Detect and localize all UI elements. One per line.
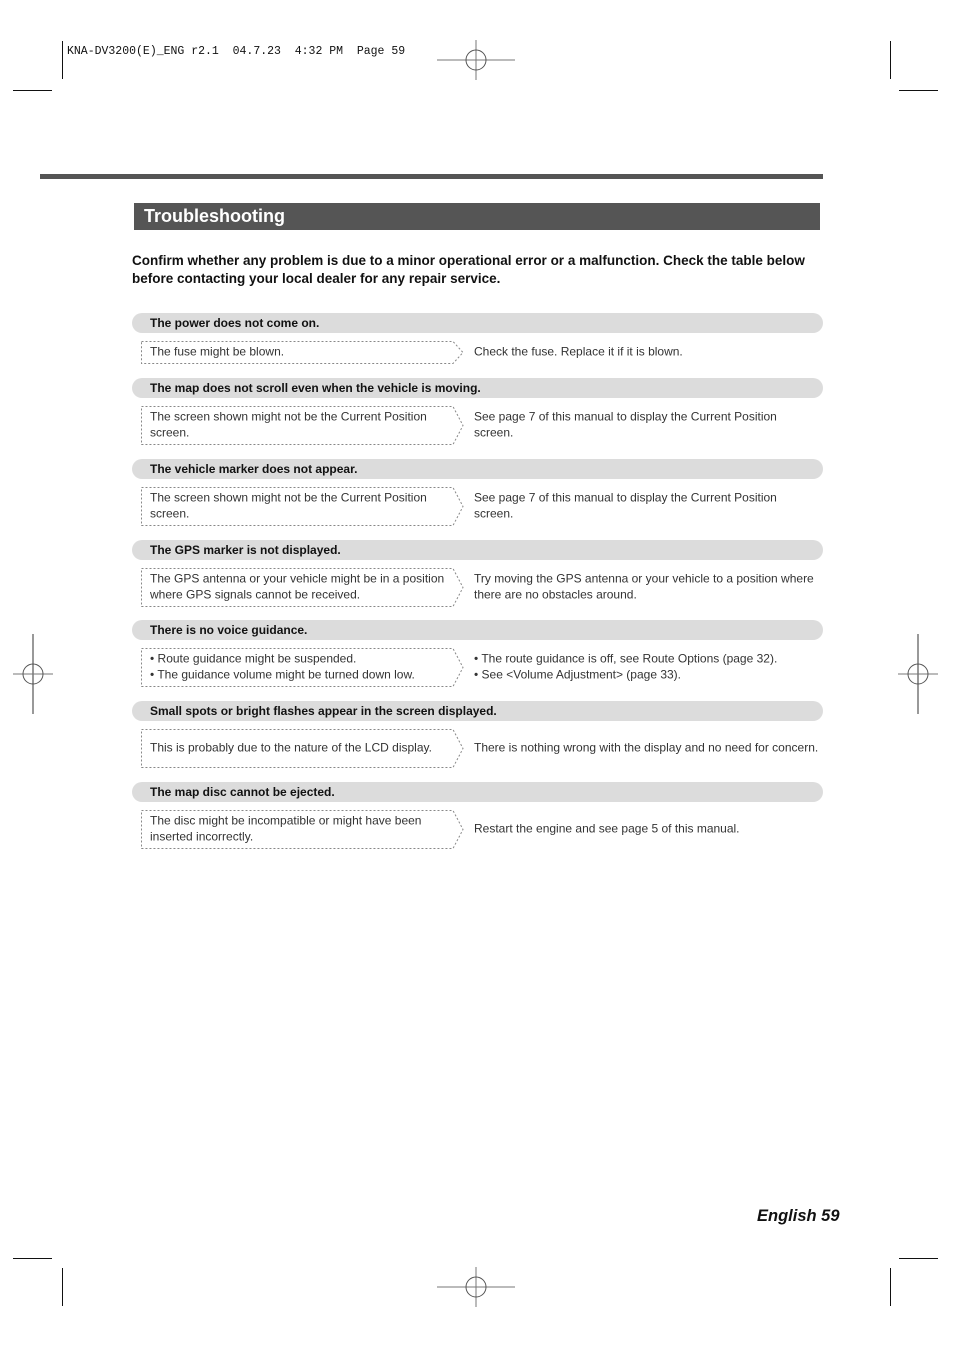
registration-mark-icon — [437, 40, 515, 80]
cause-box: This is probably due to the nature of th… — [141, 729, 464, 768]
problem-heading: There is no voice guidance. — [132, 620, 823, 640]
problem-body: This is probably due to the nature of th… — [132, 729, 823, 768]
crop-mark — [62, 41, 63, 79]
cause-text: This is probably due to the nature of th… — [150, 740, 450, 756]
header-rule — [40, 174, 823, 179]
problem-heading: The map does not scroll even when the ve… — [132, 378, 823, 398]
problem-body: • Route guidance might be suspended. • Th… — [132, 648, 823, 687]
registration-mark-icon — [898, 634, 938, 714]
intro-text: Confirm whether any problem is due to a … — [132, 253, 805, 286]
remedy-text: There is nothing wrong with the display … — [474, 740, 819, 756]
crop-mark — [13, 90, 52, 91]
crop-mark — [899, 1258, 938, 1259]
troubleshooting-item: The GPS marker is not displayed. The GPS … — [132, 540, 823, 607]
remedy-line: • The route guidance is off, see Route O… — [474, 651, 778, 666]
troubleshooting-item: The vehicle marker does not appear. The s… — [132, 459, 823, 526]
page-title: Troubleshooting — [134, 203, 820, 230]
cause-box: The screen shown might not be the Curren… — [141, 487, 464, 526]
problem-heading: Small spots or bright flashes appear in … — [132, 701, 823, 721]
page-number: English 59 — [757, 1207, 840, 1225]
registration-mark-icon — [437, 1267, 515, 1307]
print-slug: KNA-DV3200(E)_ENG r2.1 04.7.23 4:32 PM P… — [67, 45, 406, 58]
problem-heading: The vehicle marker does not appear. — [132, 459, 823, 479]
crop-mark — [62, 1268, 63, 1306]
remedy-line: See page 7 of this manual to display the… — [474, 490, 777, 521]
cause-text: The screen shown might not be the Curren… — [150, 410, 450, 441]
remedy-text: See page 7 of this manual to display the… — [474, 410, 819, 441]
remedy-text: Check the fuse. Replace it if it is blow… — [474, 344, 819, 360]
cause-line: The screen shown might not be the Curren… — [150, 490, 427, 521]
cause-line: The fuse might be blown. — [150, 344, 285, 359]
remedy-line: Restart the engine and see page 5 of thi… — [474, 821, 740, 836]
troubleshooting-item: Small spots or bright flashes appear in … — [132, 701, 823, 768]
remedy-line: Try moving the GPS antenna or your vehic… — [474, 571, 814, 602]
registration-mark-icon — [13, 634, 53, 714]
remedy-text: See page 7 of this manual to display the… — [474, 491, 819, 522]
problem-body: The fuse might be blown. Check the fuse. … — [132, 341, 823, 364]
cause-line: • Route guidance might be suspended. — [150, 651, 357, 666]
problem-heading: The power does not come on. — [132, 313, 823, 333]
cause-box: The fuse might be blown. — [141, 341, 464, 364]
crop-mark — [890, 1268, 891, 1306]
cause-line: The GPS antenna or your vehicle might be… — [150, 571, 445, 602]
cause-line: • The guidance volume might be turned do… — [150, 667, 415, 681]
troubleshooting-item: The power does not come on. The fuse migh… — [132, 313, 823, 364]
remedy-text: Try moving the GPS antenna or your vehic… — [474, 572, 819, 603]
problem-body: The disc might be incompatible or might … — [132, 810, 823, 849]
problem-heading: The map disc cannot be ejected. — [132, 782, 823, 802]
troubleshooting-item: The map disc cannot be ejected. The disc … — [132, 782, 823, 849]
remedy-text: Restart the engine and see page 5 of thi… — [474, 821, 819, 837]
problem-body: The GPS antenna or your vehicle might be… — [132, 568, 823, 607]
crop-mark — [13, 1258, 52, 1259]
remedy-line: • See <Volume Adjustment> (page 33). — [474, 667, 681, 681]
cause-line: This is probably due to the nature of th… — [150, 740, 432, 755]
crop-mark — [899, 90, 938, 91]
cause-box: The disc might be incompatible or might … — [141, 810, 464, 849]
cause-text: The disc might be incompatible or might … — [150, 814, 450, 845]
cause-line: The screen shown might not be the Curren… — [150, 409, 427, 440]
cause-text: The screen shown might not be the Curren… — [150, 491, 450, 522]
problem-heading: The GPS marker is not displayed. — [132, 540, 823, 560]
cause-box: • Route guidance might be suspended. • Th… — [141, 648, 464, 687]
cause-text: • Route guidance might be suspended. • Th… — [150, 652, 450, 683]
crop-mark — [890, 41, 891, 79]
cause-line: The disc might be incompatible or might … — [150, 813, 422, 844]
cause-box: The GPS antenna or your vehicle might be… — [141, 568, 464, 607]
problem-body: The screen shown might not be the Curren… — [132, 406, 823, 445]
troubleshooting-item: The map does not scroll even when the ve… — [132, 378, 823, 445]
troubleshooting-item: There is no voice guidance. • Route guida… — [132, 620, 823, 687]
cause-box: The screen shown might not be the Curren… — [141, 406, 464, 445]
remedy-line: See page 7 of this manual to display the… — [474, 409, 777, 440]
problem-body: The screen shown might not be the Curren… — [132, 487, 823, 526]
remedy-line: There is nothing wrong with the display … — [474, 740, 819, 755]
remedy-line: Check the fuse. Replace it if it is blow… — [474, 344, 683, 359]
cause-text: The GPS antenna or your vehicle might be… — [150, 572, 450, 603]
cause-text: The fuse might be blown. — [150, 344, 450, 360]
remedy-text: • The route guidance is off, see Route O… — [474, 652, 819, 683]
